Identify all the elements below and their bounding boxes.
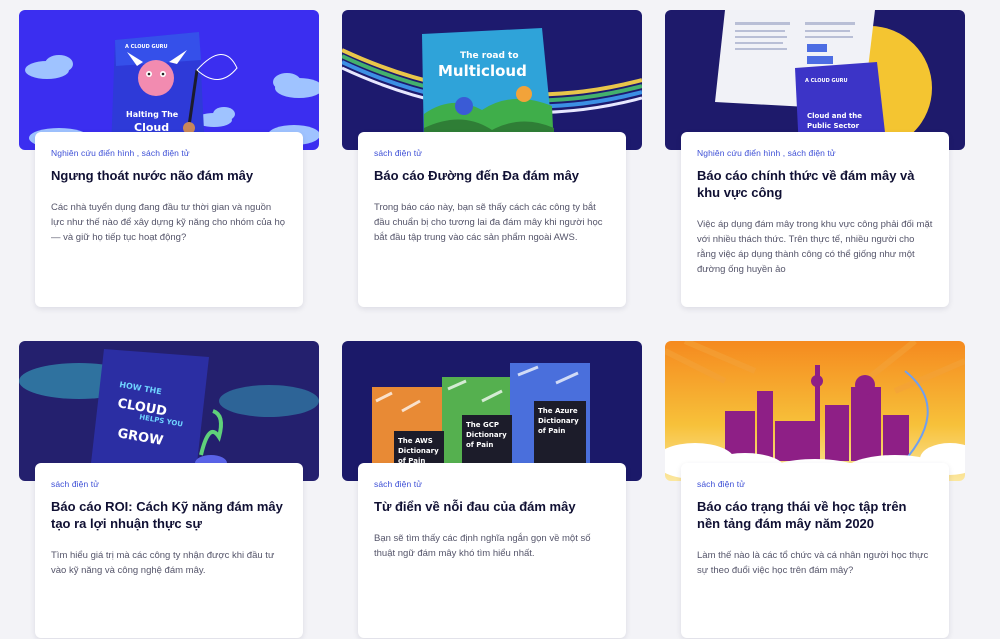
how-the-cloud-helps-you-grow-illustration: HOW THE CLOUD HELPS YOU GROW <box>19 341 319 481</box>
card-title[interactable]: Báo cáo ROI: Cách Kỹ năng đám mây tạo ra… <box>51 498 287 532</box>
resource-card[interactable]: The AWS Dictionary of Pain The GCP Dicti… <box>342 341 642 639</box>
card-category[interactable]: sách điện tử <box>374 148 610 158</box>
card-title[interactable]: Báo cáo trạng thái về học tập trên nền t… <box>697 498 933 532</box>
card-content: sách điện tử Báo cáo Đường đến Đa đám mâ… <box>358 132 626 307</box>
card-content: sách điện tử Báo cáo ROI: Cách Kỹ năng đ… <box>35 463 303 638</box>
card-content: Nghiên cứu điển hình , sách điện tử Báo … <box>681 132 949 307</box>
art-title-line-1: The road to <box>460 51 519 61</box>
state-of-cloud-learning-illustration <box>665 341 965 481</box>
art-title-line-2: Multicloud <box>438 62 527 80</box>
resource-card[interactable]: The road to Multicloud sách điện tử Báo … <box>342 10 642 310</box>
dictionary-of-pain-books-illustration: The AWS Dictionary of Pain The GCP Dicti… <box>342 341 642 481</box>
cloud-and-public-sector-illustration: A CLOUD GURU Cloud and the Public Sector <box>665 10 965 150</box>
card-category[interactable]: Nghiên cứu điển hình , sách điện tử <box>51 148 287 158</box>
book-3-line-1: The Azure <box>538 407 578 415</box>
resource-card[interactable]: A CLOUD GURU Cloud and the Public Sector… <box>665 10 965 310</box>
card-cover-image[interactable]: The road to Multicloud <box>342 10 642 150</box>
card-description: Tìm hiểu giá trị mà các công ty nhận đượ… <box>51 550 275 576</box>
card-description: Làm thế nào là các tổ chức và cá nhân ng… <box>697 550 929 576</box>
card-cover-image[interactable] <box>665 341 965 481</box>
card-cover-image[interactable]: The AWS Dictionary of Pain The GCP Dicti… <box>342 341 642 481</box>
card-category[interactable]: Nghiên cứu điển hình , sách điện tử <box>697 148 933 158</box>
card-category[interactable]: sách điện tử <box>51 479 287 489</box>
book-1-line-1: The AWS <box>398 437 433 445</box>
road-to-multicloud-illustration: The road to Multicloud <box>342 10 642 150</box>
book-3-line-2: Dictionary <box>538 417 579 425</box>
card-content: sách điện tử Từ điển về nỗi đau của đám … <box>358 463 626 638</box>
resource-card[interactable]: HOW THE CLOUD HELPS YOU GROW sách điện t… <box>19 341 319 639</box>
card-content: sách điện tử Báo cáo trạng thái về học t… <box>681 463 949 638</box>
art-title-line-1: Cloud and the <box>807 112 862 120</box>
book-2-line-2: Dictionary <box>466 431 507 439</box>
card-title[interactable]: Từ điển về nỗi đau của đám mây <box>374 498 610 515</box>
card-description: Các nhà tuyển dụng đang đầu tư thời gian… <box>51 202 286 243</box>
art-title-line-1: Halting The <box>126 110 179 119</box>
art-brand: A CLOUD GURU <box>805 78 848 84</box>
card-title[interactable]: Báo cáo chính thức về đám mây và khu vực… <box>697 167 933 201</box>
card-content: Nghiên cứu điển hình , sách điện tử Ngưn… <box>35 132 303 307</box>
book-2-line-3: of Pain <box>466 441 493 449</box>
card-category[interactable]: sách điện tử <box>697 479 933 489</box>
card-cover-image[interactable]: A CLOUD GURU Cloud and the Public Sector <box>665 10 965 150</box>
art-title-line-2: Public Sector <box>807 122 860 130</box>
resource-card[interactable]: sách điện tử Báo cáo trạng thái về học t… <box>665 341 965 639</box>
halting-the-cloud-illustration: A CLOUD GURU Halting The Cloud <box>19 10 319 150</box>
art-brand: A CLOUD GURU <box>125 44 168 50</box>
card-description: Bạn sẽ tìm thấy các định nghĩa ngắn gọn … <box>374 533 591 559</box>
book-2-line-1: The GCP <box>466 421 499 429</box>
card-description: Trong báo cáo này, bạn sẽ thấy cách các … <box>374 202 603 243</box>
card-cover-image[interactable]: A CLOUD GURU Halting The Cloud <box>19 10 319 150</box>
card-description: Việc áp dụng đám mây trong khu vực công … <box>697 219 933 275</box>
card-title[interactable]: Ngưng thoát nước não đám mây <box>51 167 287 184</box>
resource-card[interactable]: A CLOUD GURU Halting The Cloud Nghiên cứ… <box>19 10 319 310</box>
card-category[interactable]: sách điện tử <box>374 479 610 489</box>
book-3-line-3: of Pain <box>538 427 565 435</box>
card-cover-image[interactable]: HOW THE CLOUD HELPS YOU GROW <box>19 341 319 481</box>
card-title[interactable]: Báo cáo Đường đến Đa đám mây <box>374 167 610 184</box>
book-1-line-2: Dictionary <box>398 447 439 455</box>
